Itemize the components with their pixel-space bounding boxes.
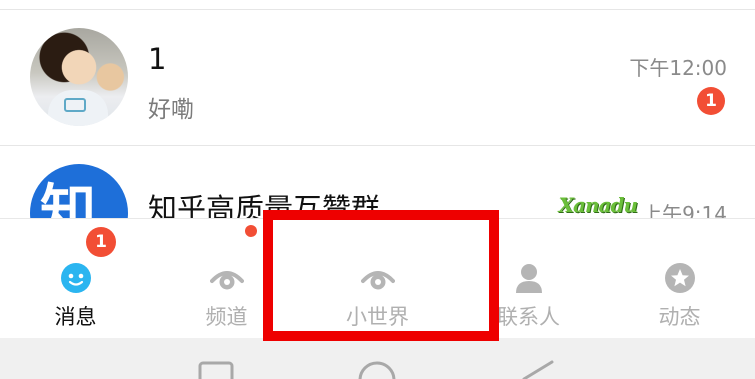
notification-dot: [245, 225, 257, 237]
chat-item-2[interactable]: 知 知乎高质量互赞群 Xanadu 上午9:14: [0, 146, 755, 218]
xanadu-logo: Xanadu: [558, 193, 638, 217]
person-icon: [516, 264, 542, 293]
system-nav-bar: [0, 338, 755, 379]
chat-item-1[interactable]: 1 好嘞 下午12:00 1: [0, 10, 755, 146]
bottom-tab-bar: 1 消息 频道 小世界 联系人 动态: [0, 218, 755, 338]
chat-name: 1: [148, 42, 167, 76]
back-icon[interactable]: [520, 360, 556, 379]
avatar-text: 知: [40, 179, 96, 218]
chat-time: 下午12:00: [629, 56, 727, 80]
tab-label: 联系人: [497, 305, 560, 329]
chat-time: 上午9:14: [642, 202, 727, 218]
chat-preview: 好嘞: [148, 97, 194, 123]
avatar-shirt-mark: [64, 98, 86, 112]
tab-label: 小世界: [346, 305, 409, 329]
tab-channels[interactable]: 频道: [151, 219, 302, 339]
tab-contacts[interactable]: 联系人: [453, 219, 604, 339]
tab-messages[interactable]: 1 消息: [0, 219, 151, 339]
tab-label: 消息: [54, 305, 97, 329]
tab-badge: 1: [86, 227, 116, 257]
home-icon[interactable]: [357, 360, 397, 379]
chat-name: 知乎高质量互赞群: [148, 192, 381, 218]
message-icon: [61, 263, 91, 293]
tab-label: 动态: [658, 305, 701, 329]
avatar[interactable]: [30, 28, 128, 126]
eye-icon: [361, 271, 395, 290]
avatar[interactable]: 知: [30, 164, 128, 218]
eye-icon: [210, 271, 244, 290]
unread-badge: 1: [697, 87, 725, 115]
recent-apps-icon[interactable]: [198, 360, 234, 379]
star-icon: [665, 263, 695, 293]
tab-moments[interactable]: 动态: [604, 219, 755, 339]
tab-label: 频道: [205, 305, 248, 329]
tab-small-world[interactable]: 小世界: [302, 219, 453, 339]
chat-list: 1 好嘞 下午12:00 1 知 知乎高质量互赞群 Xanadu 上午9:14: [0, 10, 755, 218]
